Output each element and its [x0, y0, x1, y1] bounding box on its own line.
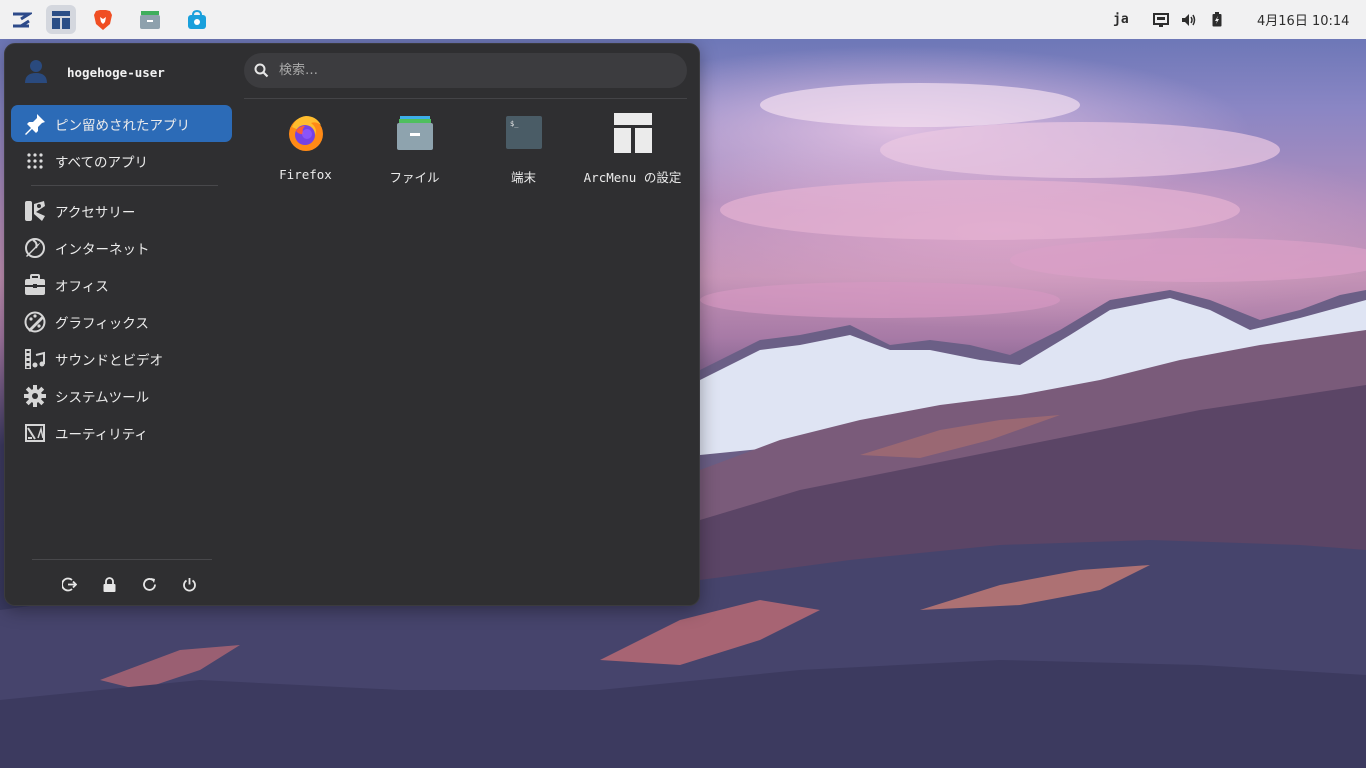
files-icon[interactable]: [135, 5, 165, 34]
app-label: ArcMenu の設定: [583, 170, 682, 185]
category-label: オフィス: [55, 278, 109, 295]
category-graphics[interactable]: グラフィックス: [11, 303, 232, 340]
category-accessories[interactable]: アクセサリー: [11, 192, 232, 229]
search-box[interactable]: [244, 53, 687, 88]
search-divider: [244, 98, 687, 99]
category-label: ピン留めされたアプリ: [55, 117, 190, 134]
multimedia-icon: [23, 347, 47, 371]
category-system-tools[interactable]: システムツール: [11, 377, 232, 414]
category-utilities[interactable]: ユーティリティ: [11, 414, 232, 451]
lock-icon: [103, 576, 116, 592]
brave-browser-icon[interactable]: [88, 5, 118, 34]
volume-icon[interactable]: [1181, 0, 1197, 39]
category-label: インターネット: [55, 241, 150, 258]
utilities-icon: [23, 421, 47, 445]
restart-icon: [142, 577, 157, 592]
clock-datetime[interactable]: 4月16日 10:14: [1257, 10, 1349, 29]
battery-icon[interactable]: [1212, 0, 1222, 39]
app-firefox[interactable]: Firefox: [251, 106, 360, 186]
input-language-indicator[interactable]: ja: [1113, 12, 1129, 27]
category-divider: [31, 185, 218, 186]
category-list: ピン留めされたアプリ すべてのアプリ アクセサリー インターネット オフィス グ…: [11, 105, 232, 451]
category-label: グラフィックス: [55, 315, 149, 332]
logout-icon: [61, 577, 77, 592]
app-label: 端末: [510, 170, 536, 185]
pinned-apps-grid: Firefox ファイル $_ 端末 ArcMenu の設定: [251, 106, 687, 186]
search-icon: [254, 63, 269, 78]
svg-text:$_: $_: [510, 120, 519, 128]
avatar-icon: [23, 57, 49, 87]
arcmenu-settings-icon: [611, 111, 655, 155]
firefox-icon: [284, 111, 328, 155]
user-account[interactable]: hogehoge-user: [23, 57, 165, 87]
category-internet[interactable]: インターネット: [11, 229, 232, 266]
accessories-icon: [23, 199, 47, 223]
app-files[interactable]: ファイル: [360, 106, 469, 186]
category-label: アクセサリー: [55, 204, 136, 221]
power-icon: [182, 577, 197, 592]
arcmenu-panel: hogehoge-user ピン留めされたアプリ すべてのアプリ アクセサリー: [4, 43, 700, 606]
software-store-icon[interactable]: [182, 5, 212, 34]
lock-button[interactable]: [89, 573, 129, 595]
session-controls: [49, 573, 209, 595]
palette-icon: [23, 310, 47, 334]
category-label: システムツール: [55, 389, 150, 406]
category-label: すべてのアプリ: [55, 154, 149, 171]
logout-button[interactable]: [49, 573, 89, 595]
app-label: Firefox: [279, 167, 332, 182]
app-terminal[interactable]: $_ 端末: [469, 106, 578, 186]
internet-icon: [23, 236, 47, 260]
category-pinned-apps[interactable]: ピン留めされたアプリ: [11, 105, 232, 142]
power-off-button[interactable]: [169, 573, 209, 595]
briefcase-icon: [23, 273, 47, 297]
username: hogehoge-user: [67, 64, 165, 80]
restart-button[interactable]: [129, 573, 169, 595]
search-input[interactable]: [277, 62, 661, 79]
category-label: サウンドとビデオ: [55, 352, 163, 369]
category-sound-video[interactable]: サウンドとビデオ: [11, 340, 232, 377]
files-icon: [393, 111, 437, 155]
app-arcmenu-settings[interactable]: ArcMenu の設定: [578, 106, 687, 186]
top-panel: ja 4月16日 10:14: [0, 0, 1366, 39]
category-office[interactable]: オフィス: [11, 266, 232, 303]
session-divider: [32, 559, 212, 560]
network-icon[interactable]: [1153, 0, 1169, 39]
category-all-apps[interactable]: すべてのアプリ: [11, 142, 232, 179]
arcmenu-layout-icon[interactable]: [46, 5, 76, 34]
category-label: ユーティリティ: [55, 426, 148, 443]
zorin-menu-icon[interactable]: [6, 5, 36, 34]
grid-icon: [23, 149, 47, 173]
terminal-icon: $_: [502, 111, 546, 155]
pin-icon: [23, 112, 47, 136]
gear-icon: [23, 384, 47, 408]
app-label: ファイル: [389, 170, 440, 185]
